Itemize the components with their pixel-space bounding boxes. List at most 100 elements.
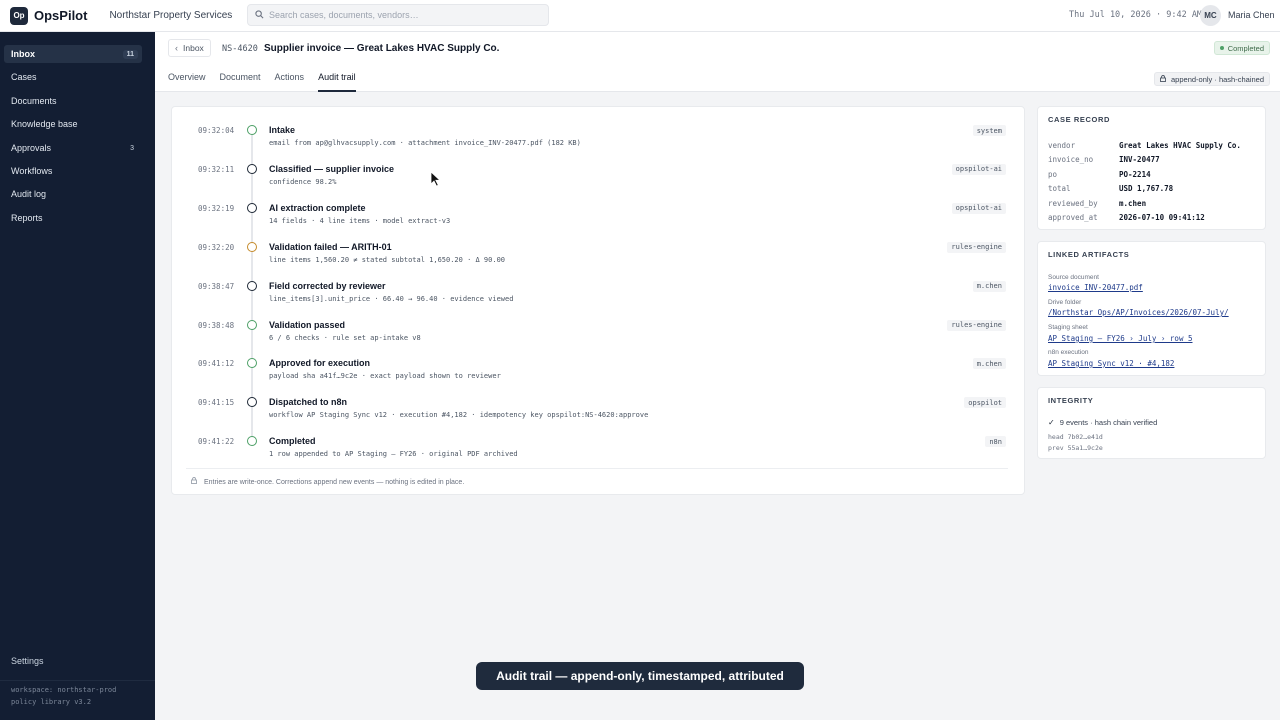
audit-event[interactable]: 09:41:15 Dispatched to n8n workflow AP Sta… [172,379,1024,442]
sidebar-item-approvals[interactable]: Approvals 3 [4,139,142,157]
back-to-inbox-button[interactable]: ‹ Inbox [168,39,211,57]
sidebar-item-label: Inbox [11,49,35,59]
event-actor-badge: opspilot [964,397,1006,409]
app-name: OpsPilot [34,8,88,23]
record-key: invoice_no [1048,155,1094,164]
panel-title: LINKED ARTIFACTS [1048,250,1130,259]
event-title: Classified — supplier invoice [269,163,395,174]
event-marker-icon [247,163,257,174]
audit-event[interactable]: 09:32:19 AI extraction complete 14 fields … [172,185,1024,247]
sidebar: Inbox 11 Cases Documents Knowledge base … [0,32,155,720]
record-key: vendor [1048,141,1076,150]
tab-audit-trail[interactable]: Audit trail [318,72,356,92]
tab-actions[interactable]: Actions [275,72,305,92]
sidebar-item-label: Cases [11,72,37,82]
artifact-label: Drive folder [1048,299,1082,306]
event-title: Completed [269,436,316,447]
event-marker-icon [247,358,257,369]
audit-event[interactable]: 09:38:47 Field corrected by reviewer line_… [172,263,1024,325]
audit-footer-text: Entries are write-once. Corrections appe… [203,479,465,486]
sidebar-item-documents[interactable]: Documents [4,92,142,110]
sidebar-item-workflows[interactable]: Workflows [4,162,142,180]
sidebar-item-cases[interactable]: Cases [4,68,142,86]
sidebar-item-knowledge-base[interactable]: Knowledge base [4,115,142,133]
chain-chip-label: append-only · hash-chained [1171,74,1264,84]
integrity-status-text: 9 events · hash chain verified [1059,418,1158,427]
tab-document[interactable]: Document [220,72,261,92]
source-document-link[interactable]: invoice_INV-20477.pdf [1048,283,1143,292]
linked-artifacts-panel: LINKED ARTIFACTS Source document invoice… [1037,241,1266,376]
chain-chip: append-only · hash-chained [1154,72,1270,86]
audit-event[interactable]: 09:41:12 Approved for execution payload sh… [172,340,1024,403]
event-title: Field corrected by reviewer [269,280,386,291]
sidebar-item-label: Audit log [11,189,47,199]
record-key: total [1048,184,1071,193]
staging-sheet-link[interactable]: AP Staging — FY26 › July › row 5 [1048,334,1193,343]
top-bar: Op OpsPilot Northstar Property Services … [0,0,1280,32]
case-header: ‹ Inbox NS-4620 Supplier invoice — Great… [155,32,1280,92]
artifact-label: Source document [1048,274,1099,281]
event-marker-icon [247,241,257,252]
case-record-panel: CASE RECORD vendor Great Lakes HVAC Supp… [1037,106,1266,230]
org-name: Northstar Property Services [109,10,233,21]
event-actor-badge: rules-engine [947,241,1006,253]
event-marker-icon [247,280,257,291]
event-time: 09:32:04 [198,126,235,135]
audit-trail-card: 09:32:04 Intake email from ap@glhvacsupply… [171,106,1025,495]
event-actor-badge: n8n [985,436,1006,448]
audit-event[interactable]: 09:41:22 Completed 1 row appended to AP St… [172,418,1024,459]
integrity-panel: INTEGRITY ✓ 9 events · hash chain verifi… [1037,387,1266,459]
sidebar-item-label: Reports [11,213,43,223]
sidebar-item-inbox[interactable]: Inbox 11 [4,45,142,63]
tab-overview[interactable]: Overview [168,72,206,92]
event-actor-badge: rules-engine [947,319,1006,331]
event-title: Validation failed — ARITH-01 [269,241,392,252]
record-value: Great Lakes HVAC Supply Co. [1119,141,1241,150]
audit-event[interactable]: 09:32:04 Intake email from ap@glhvacsupply… [172,107,1024,169]
event-time: 09:41:12 [198,359,235,369]
divider [0,680,155,681]
sidebar-item-reports[interactable]: Reports [4,209,142,227]
mouse-cursor-icon [430,171,442,192]
n8n-execution-link[interactable]: AP Staging Sync v12 · #4,182 [1048,359,1174,368]
event-actor-badge: opspilot-ai [951,202,1006,214]
datetime: Thu Jul 10, 2026 · 9:42 AM [1069,10,1203,20]
event-time: 09:41:22 [198,437,235,447]
record-key: po [1048,170,1058,179]
audit-event[interactable]: 09:32:20 Validation failed — ARITH-01 line… [172,224,1024,286]
event-marker-icon [247,202,257,213]
chevron-left-icon: ‹ [175,43,178,53]
drive-folder-link[interactable]: /Northstar Ops/AP/Invoices/2026/07-July/ [1048,308,1229,317]
sidebar-item-label: Approvals [11,143,52,153]
event-time: 09:32:20 [198,242,235,252]
user-name[interactable]: Maria Chen [1228,10,1275,20]
tab-bar: Overview Document Actions Audit trail [168,72,370,92]
chain-head-hash: head 7b02…e41d [1048,433,1103,441]
event-actor-badge: m.chen [972,358,1006,370]
brand[interactable]: Op OpsPilot Northstar Property Services [0,6,244,25]
sidebar-item-audit-log[interactable]: Audit log [4,185,142,203]
status-badge: Completed [1213,41,1270,55]
search-box[interactable] [247,4,549,26]
avatar[interactable]: MC [1200,5,1221,26]
event-marker-icon [247,397,257,408]
search-input[interactable] [269,10,539,20]
event-time: 09:38:47 [198,281,235,291]
app-logo: Op [10,6,28,25]
event-detail: 1 row appended to AP Staging — FY26 · or… [269,450,518,459]
record-value: 2026-07-10 09:41:12 [1119,213,1205,222]
audit-event[interactable]: 09:32:11 Classified — supplier invoice con… [172,146,1024,208]
panel-title: CASE RECORD [1048,115,1111,124]
event-actor-badge: system [972,125,1006,136]
event-time: 09:38:48 [198,320,235,330]
chain-prev-hash: prev 55a1…9c2e [1048,444,1103,452]
approvals-count-badge: 3 [130,144,134,152]
event-title: Approved for execution [269,358,371,369]
event-title: Dispatched to n8n [269,397,348,408]
event-title: Intake [269,125,296,135]
integrity-status: ✓ 9 events · hash chain verified [1048,418,1157,427]
status-label: Completed [1227,43,1264,53]
audit-event[interactable]: 09:38:48 Validation passed 6 / 6 checks · … [172,302,1024,364]
event-title: Validation passed [269,319,346,330]
sidebar-item-settings[interactable]: Settings [11,656,44,666]
